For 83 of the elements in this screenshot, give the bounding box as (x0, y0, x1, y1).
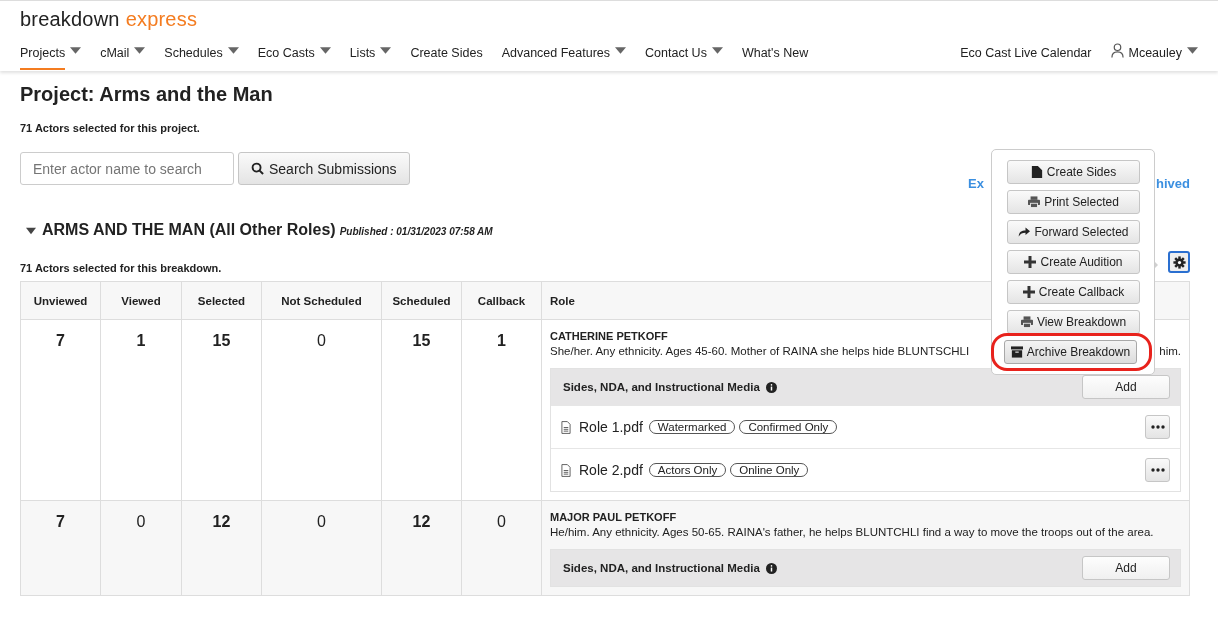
info-icon[interactable] (765, 562, 777, 574)
count-cell: 15 (181, 319, 262, 501)
caret-icon[interactable] (319, 46, 331, 54)
document-icon (1030, 166, 1043, 178)
nav-item[interactable]: Create Sides (410, 42, 483, 70)
menu-button[interactable]: Print Selected (1007, 190, 1140, 214)
breakdown-title: ARMS AND THE MAN (All Other Roles) (42, 221, 336, 239)
count-cell: 12 (181, 500, 262, 596)
nav-item[interactable]: cMail (100, 42, 130, 70)
page-title: Project: Arms and the Man (20, 83, 274, 106)
published-date: Published : 01/31/2023 07:58 AM (339, 226, 493, 237)
count-cell: 0 (261, 319, 382, 501)
forward-arrow-icon (1018, 226, 1031, 238)
project-count: 71 Actors selected for this project. (20, 122, 201, 134)
count-cell: 15 (381, 319, 462, 501)
column-header: Scheduled (381, 281, 462, 320)
role-name: CATHERINE PETKOFF (550, 330, 669, 342)
nav-item[interactable]: Projects (20, 42, 66, 70)
nav-item[interactable]: Schedules (164, 42, 223, 70)
caret-icon[interactable] (1187, 46, 1198, 54)
gear-icon (1172, 255, 1186, 269)
menu-button[interactable]: Create Sides (1007, 160, 1140, 184)
nav-item[interactable]: Eco Cast Live Calendar (960, 42, 1092, 70)
nav-item[interactable]: What's New (741, 42, 809, 70)
nav-item[interactable]: Advanced Features (501, 42, 611, 70)
count-cell: 12 (381, 500, 462, 596)
count-cell: 1 (100, 319, 182, 501)
count-cell: 0 (261, 500, 382, 596)
column-header: Callback (461, 281, 542, 320)
caret-icon[interactable] (615, 46, 627, 54)
info-icon[interactable] (765, 381, 777, 393)
count-cell: 7 (20, 500, 101, 596)
menu-button[interactable]: Forward Selected (1007, 220, 1140, 244)
file-name[interactable]: Role 1.pdf (579, 419, 643, 435)
plus-icon (1022, 286, 1035, 298)
user-icon[interactable] (1110, 42, 1124, 58)
user-menu[interactable]: Mceauley (1128, 42, 1182, 70)
archive-box-icon (1010, 346, 1023, 358)
document-icon (561, 463, 571, 477)
column-header: Selected (181, 281, 262, 320)
role-description: He/him. Any ethnicity. Ages 50-65. RAINA's father, he helps BLUNTCHLI find a way to move the troops out of the area. (550, 525, 1154, 540)
file-name[interactable]: Role 2.pdf (579, 462, 643, 478)
ellipsis-icon (1150, 425, 1165, 429)
search-field[interactable]: Enter actor name to search (20, 152, 234, 185)
more-button[interactable] (1145, 458, 1170, 482)
role-description: him. (1159, 344, 1181, 359)
count-cell: 7 (20, 319, 101, 501)
column-header: Not Scheduled (261, 281, 382, 320)
caret-icon[interactable] (227, 46, 239, 54)
caret-icon[interactable] (380, 46, 392, 54)
menu-button[interactable]: Create Callback (1007, 280, 1140, 304)
document-icon (561, 420, 571, 434)
printer-icon (1020, 316, 1033, 328)
printer-icon (1028, 196, 1041, 208)
count-cell: 0 (461, 500, 542, 596)
add-button[interactable]: Add (1082, 375, 1170, 399)
settings-button[interactable] (1168, 251, 1190, 273)
collapse-icon[interactable] (26, 227, 36, 235)
menu-button[interactable]: View Breakdown (1007, 310, 1140, 334)
ellipsis-icon (1150, 468, 1165, 472)
caret-icon[interactable] (70, 46, 82, 54)
nav-item[interactable]: Eco Casts (257, 42, 315, 70)
nav-item[interactable]: Lists (349, 42, 376, 70)
add-button[interactable]: Add (1082, 556, 1170, 580)
search-icon (251, 162, 264, 175)
logo[interactable]: breakdown express (20, 1, 198, 31)
column-header: Viewed (100, 281, 182, 320)
role-name: MAJOR PAUL PETKOFF (550, 511, 678, 523)
menu-button[interactable]: Create Audition (1007, 250, 1140, 274)
caret-icon[interactable] (134, 46, 146, 54)
breakdown-count: 71 Actors selected for this breakdown. (20, 262, 222, 274)
plus-icon (1024, 256, 1037, 268)
count-cell: 1 (461, 319, 542, 501)
media-title: Sides, NDA, and Instructional Media (563, 381, 760, 393)
more-button[interactable] (1145, 415, 1170, 439)
role-description: She/her. Any ethnicity. Ages 45-60. Mother of RAINA she helps hide BLUNTSCHLI (550, 344, 970, 359)
count-cell: 0 (100, 500, 182, 596)
search-button[interactable]: Search Submissions (238, 152, 410, 185)
nav-item[interactable]: Contact Us (645, 42, 707, 70)
caret-icon[interactable] (711, 46, 723, 54)
column-header: Unviewed (20, 281, 101, 320)
media-title: Sides, NDA, and Instructional Media (563, 562, 760, 574)
menu-button[interactable]: Archive Breakdown (1004, 340, 1137, 364)
